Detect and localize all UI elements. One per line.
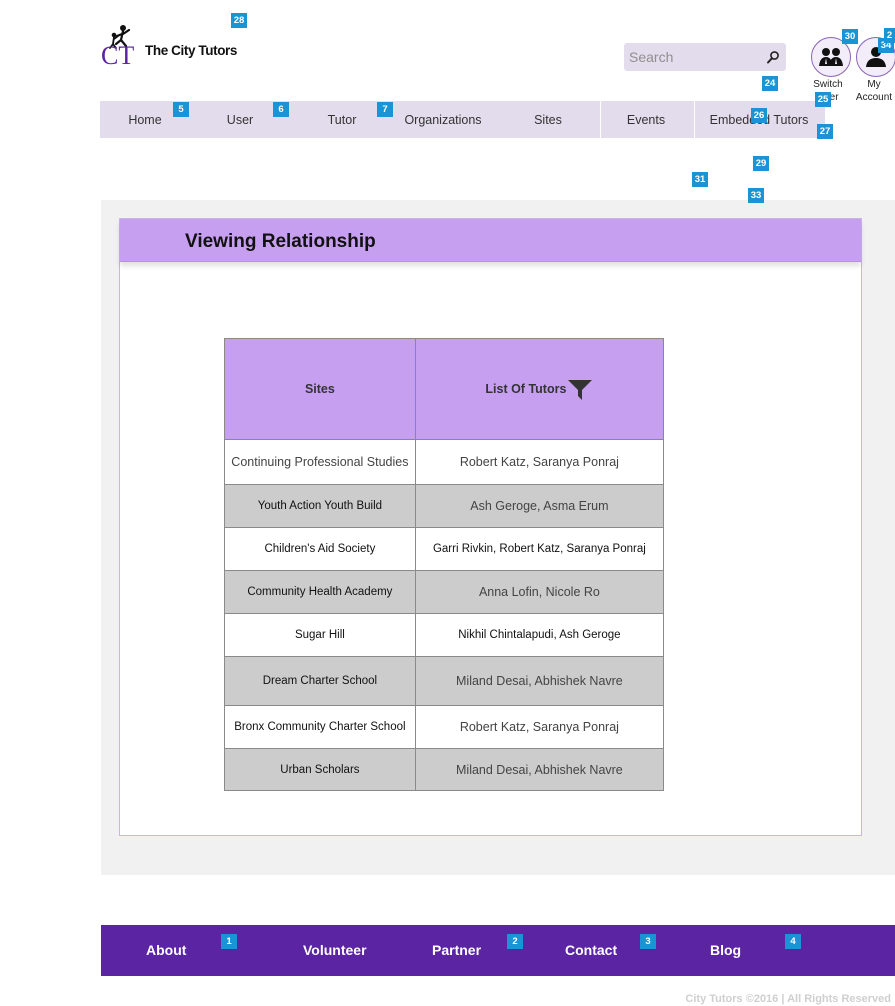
table-row: Children's Aid Society Garri Rivkin, Rob… <box>224 527 665 571</box>
site-cell: Bronx Community Charter School <box>224 705 416 749</box>
tutors-cell: Robert Katz, Saranya Ponraj <box>414 439 665 485</box>
card-header: Viewing Relationship <box>120 219 861 262</box>
marker-badge: 4 <box>785 934 801 949</box>
marker-badge: 7 <box>377 102 393 117</box>
brand-name: The City Tutors <box>145 43 238 58</box>
marker-badge: 30 <box>842 29 858 44</box>
footer-nav: About Volunteer Partner Contact Blog <box>101 925 895 976</box>
footer-partner-link[interactable]: Partner <box>432 925 481 976</box>
site-cell: Youth Action Youth Build <box>224 484 416 528</box>
tutors-cell: Miland Desai, Abhishek Navre <box>414 748 665 791</box>
table-row: Urban Scholars Miland Desai, Abhishek Na… <box>224 748 665 791</box>
table-row: Continuing Professional Studies Robert K… <box>224 439 665 485</box>
page-title: Viewing Relationship <box>185 231 376 252</box>
nav-divider <box>600 101 601 138</box>
site-cell: Urban Scholars <box>224 748 416 791</box>
tutors-cell: Anna Lofin, Nicole Ro <box>414 570 665 614</box>
filter-icon[interactable] <box>567 378 593 402</box>
nav-tutor[interactable]: Tutor <box>303 101 381 138</box>
marker-badge: 27 <box>817 124 833 139</box>
marker-badge: 28 <box>231 13 247 28</box>
footer-volunteer-link[interactable]: Volunteer <box>303 925 367 976</box>
tutors-cell: Ash Geroge, Asma Erum <box>414 484 665 528</box>
nav-user[interactable]: User <box>201 101 279 138</box>
footer-blog-link[interactable]: Blog <box>710 925 741 976</box>
relationship-table: Sites List Of Tutors Continuing Professi… <box>224 338 665 791</box>
marker-badge: 2 <box>884 28 895 43</box>
nav-events[interactable]: Events <box>606 101 686 138</box>
marker-badge: 25 <box>815 92 831 107</box>
users-icon <box>819 48 843 66</box>
marker-badge: 3 <box>640 934 656 949</box>
marker-badge: 31 <box>692 172 708 187</box>
table-row: Youth Action Youth Build Ash Geroge, Asm… <box>224 484 665 528</box>
marker-badge: 1 <box>221 934 237 949</box>
main-nav: Home User Tutor Organizations Sites Even… <box>100 101 825 138</box>
column-header-sites: Sites <box>224 338 416 440</box>
search-input[interactable] <box>624 43 764 71</box>
table-row: Dream Charter School Miland Desai, Abhis… <box>224 656 665 706</box>
my-account-label: My Account <box>855 79 893 103</box>
tutors-cell: Garri Rivkin, Robert Katz, Saranya Ponra… <box>414 527 665 571</box>
site-cell: Community Health Academy <box>224 570 416 614</box>
site-cell: Dream Charter School <box>224 656 416 706</box>
site-cell: Continuing Professional Studies <box>224 439 416 485</box>
search-box <box>624 43 786 71</box>
marker-badge: 5 <box>173 102 189 117</box>
page: CT The City Tutors SwitchUser MyAccount <box>0 0 895 1006</box>
marker-badge: 26 <box>751 108 767 123</box>
footer-contact-link[interactable]: Contact <box>565 925 617 976</box>
tutors-cell: Robert Katz, Saranya Ponraj <box>414 705 665 749</box>
table-row: Bronx Community Charter School Robert Ka… <box>224 705 665 749</box>
marker-badge: 6 <box>273 102 289 117</box>
column-header-tutors: List Of Tutors <box>414 338 665 440</box>
tutors-cell: Nikhil Chintalapudi, Ash Geroge <box>414 613 665 657</box>
nav-organizations[interactable]: Organizations <box>398 101 488 138</box>
svg-text:CT: CT <box>101 41 134 68</box>
copyright-text: City Tutors ©2016 | All Rights Reserved <box>685 993 891 1005</box>
table-row: Sugar Hill Nikhil Chintalapudi, Ash Gero… <box>224 613 665 657</box>
site-cell: Children's Aid Society <box>224 527 416 571</box>
marker-badge: 29 <box>753 156 769 171</box>
tutors-cell: Miland Desai, Abhishek Navre <box>414 656 665 706</box>
search-icon[interactable] <box>766 50 780 64</box>
logo[interactable]: CT The City Tutors <box>100 20 240 68</box>
marker-badge: 33 <box>748 188 764 203</box>
table-row: Community Health Academy Anna Lofin, Nic… <box>224 570 665 614</box>
footer-about-link[interactable]: About <box>146 925 186 976</box>
site-cell: Sugar Hill <box>224 613 416 657</box>
nav-divider <box>694 101 695 138</box>
nav-sites[interactable]: Sites <box>508 101 588 138</box>
marker-badge: 2 <box>507 934 523 949</box>
logo-icon: CT <box>101 25 134 68</box>
marker-badge: 24 <box>762 76 778 91</box>
